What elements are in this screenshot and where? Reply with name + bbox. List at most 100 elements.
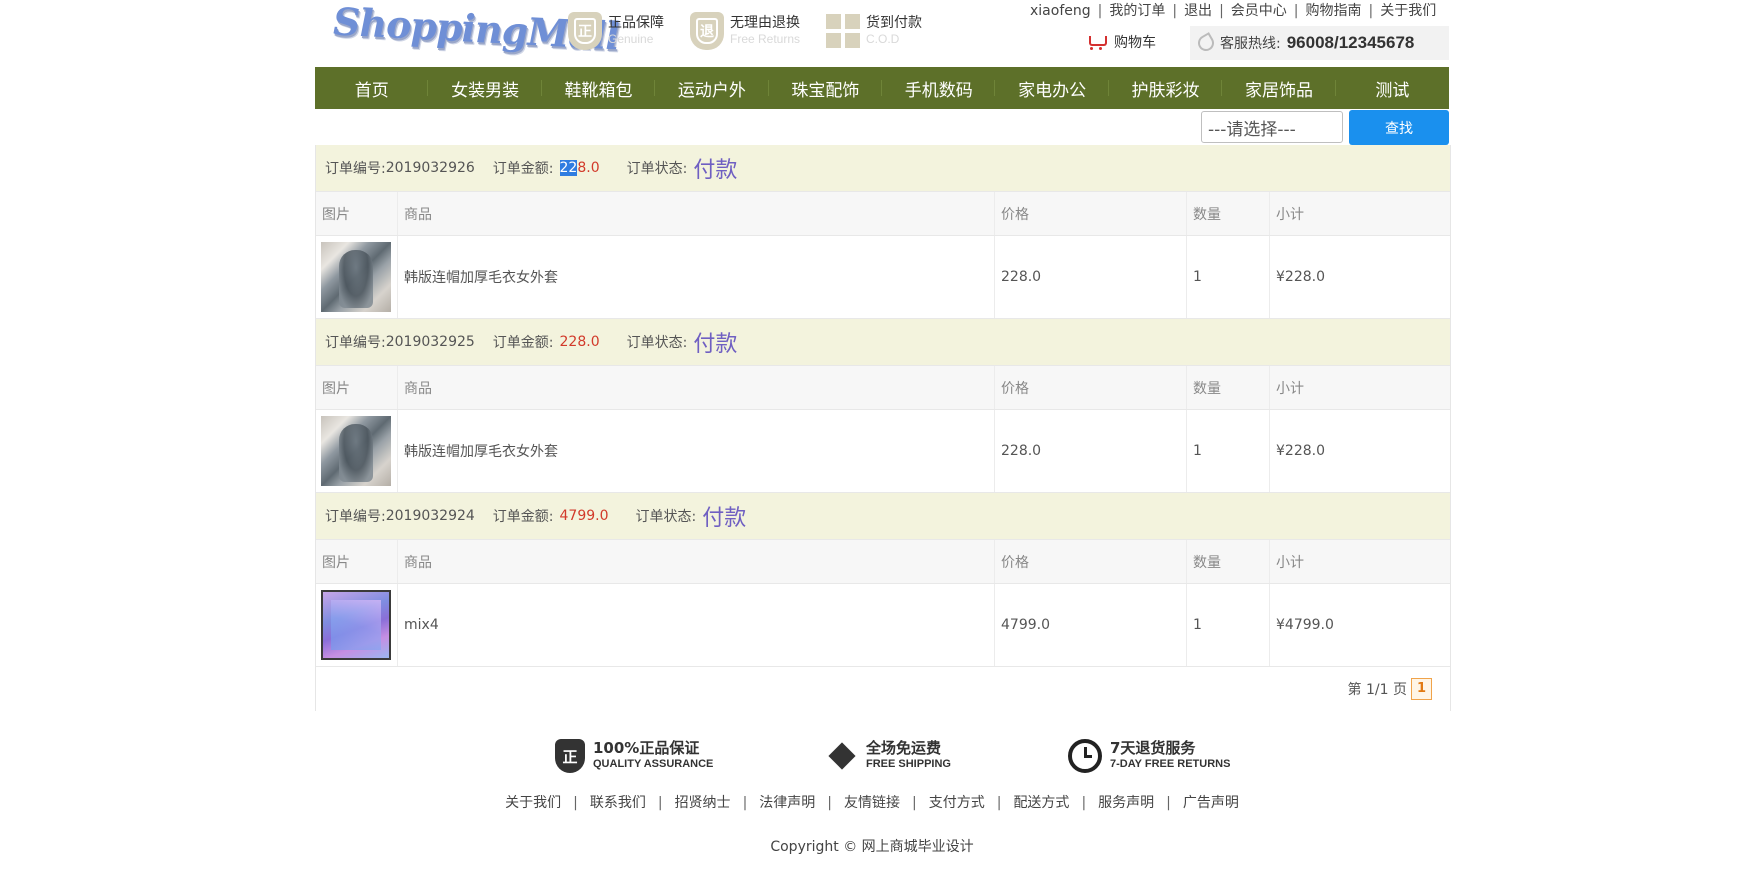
- hotline-label: 客服热线:: [1220, 36, 1281, 52]
- order-amount: 228.0: [559, 160, 600, 176]
- assurance-subtitle: QUALITY ASSURANCE: [593, 758, 714, 770]
- top-link-username[interactable]: xiaofeng: [1030, 3, 1091, 19]
- product-price: 4799.0: [995, 584, 1187, 666]
- col-image: 图片: [316, 540, 398, 583]
- footer-link-legal[interactable]: 法律声明: [759, 795, 815, 811]
- footer-link-service[interactable]: 服务声明: [1098, 795, 1154, 811]
- top-link-shopping-guide[interactable]: 购物指南: [1306, 3, 1362, 19]
- shield-zheng-icon: 正: [555, 739, 585, 773]
- shield-zheng-icon: 正: [568, 12, 602, 50]
- hotline-number: 96008/12345678: [1286, 33, 1415, 52]
- product-qty: 1: [1187, 236, 1270, 318]
- assurance-title: 100%正品保证: [593, 739, 700, 757]
- gift-box-icon: [826, 14, 860, 48]
- col-image: 图片: [316, 192, 398, 235]
- status-select[interactable]: ---请选择---: [1201, 111, 1343, 143]
- order-number: 2019032925: [385, 334, 475, 350]
- assurance-glyph: 正: [562, 747, 578, 766]
- order-status-label: 订单状态:: [626, 161, 688, 177]
- table-row: 韩版连帽加厚毛衣女外套 228.0 1 ¥228.0: [316, 235, 1450, 319]
- col-price: 价格: [995, 366, 1187, 409]
- box-icon: [826, 740, 858, 772]
- nav-item-test[interactable]: 测试: [1336, 76, 1449, 101]
- table-header: 图片 商品 价格 数量 小计: [316, 191, 1450, 235]
- cart-label: 购物车: [1114, 35, 1156, 51]
- order-status-pay-link[interactable]: 付款: [693, 326, 737, 358]
- badge-returns: 退 无理由退换 Free Returns: [690, 10, 800, 52]
- product-name[interactable]: 韩版连帽加厚毛衣女外套: [398, 236, 995, 318]
- nav-item-digital[interactable]: 手机数码: [882, 76, 996, 101]
- table-row: 韩版连帽加厚毛衣女外套 228.0 1 ¥228.0: [316, 409, 1450, 493]
- badge-cod: 货到付款 C.O.D: [826, 10, 922, 52]
- order-status-pay-link[interactable]: 付款: [693, 152, 737, 184]
- shield-return-icon: 退: [690, 12, 724, 50]
- order-number-label: 订单编号:: [325, 161, 386, 177]
- badge-title: 无理由退换: [730, 15, 800, 31]
- badge-subtitle: Free Returns: [730, 32, 801, 46]
- assurance-subtitle: 7-DAY FREE RETURNS: [1110, 758, 1231, 770]
- assurance-title: 全场免运费: [866, 739, 942, 757]
- product-name[interactable]: mix4: [398, 584, 995, 666]
- product-thumbnail[interactable]: [321, 242, 391, 312]
- product-thumbnail[interactable]: [321, 590, 391, 660]
- order-amount-label: 订单金额:: [492, 161, 554, 177]
- col-image: 图片: [316, 366, 398, 409]
- product-subtotal: ¥4799.0: [1276, 617, 1334, 633]
- order-amount-label: 订单金额:: [492, 509, 554, 525]
- col-price: 价格: [995, 540, 1187, 583]
- footer-link-friends[interactable]: 友情链接: [844, 795, 900, 811]
- cart-link[interactable]: 购物车: [1086, 32, 1156, 52]
- assurance-title: 7天退货服务: [1110, 739, 1196, 757]
- order-number-label: 订单编号:: [325, 335, 386, 351]
- nav-item-home-decor[interactable]: 家居饰品: [1222, 76, 1337, 101]
- assurance-returns: 7天退货服务 7-DAY FREE RETURNS: [1068, 738, 1230, 774]
- nav-item-sports[interactable]: 运动户外: [655, 76, 770, 101]
- product-name[interactable]: 韩版连帽加厚毛衣女外套: [398, 410, 995, 492]
- top-link-about[interactable]: 关于我们: [1380, 3, 1436, 19]
- copyright: Copyright © 网上商城毕业设计: [770, 839, 974, 855]
- hotline: 客服热线: 96008/12345678: [1190, 26, 1449, 60]
- nav-item-beauty[interactable]: 护肤彩妆: [1109, 76, 1223, 101]
- nav-item-jewelry[interactable]: 珠宝配饰: [769, 76, 883, 101]
- product-thumbnail[interactable]: [321, 416, 391, 486]
- col-product: 商品: [398, 192, 995, 235]
- badge-glyph: 退: [700, 24, 714, 40]
- badge-title: 货到付款: [866, 15, 922, 31]
- clock-icon: [1068, 739, 1102, 773]
- footer-link-about[interactable]: 关于我们: [505, 795, 561, 811]
- col-product: 商品: [398, 366, 995, 409]
- footer-links: 关于我们 | 联系我们 | 招贤纳士 | 法律声明 | 友情链接 | 支付方式 | 配送方式 | 服务声明 |…: [505, 795, 1239, 811]
- footer-link-payment[interactable]: 支付方式: [929, 795, 985, 811]
- page-number-current[interactable]: 1: [1410, 678, 1432, 700]
- phone-icon: [1195, 32, 1217, 54]
- footer-link-delivery[interactable]: 配送方式: [1013, 795, 1069, 811]
- top-link-logout[interactable]: 退出: [1184, 3, 1212, 19]
- product-qty: 1: [1187, 410, 1270, 492]
- product-subtotal: ¥228.0: [1276, 443, 1325, 459]
- col-qty: 数量: [1187, 366, 1270, 409]
- col-qty: 数量: [1187, 192, 1270, 235]
- top-link-member-center[interactable]: 会员中心: [1231, 3, 1287, 19]
- selected-text: 22: [559, 160, 578, 176]
- nav-item-home[interactable]: 首页: [315, 76, 429, 101]
- order-status-pay-link[interactable]: 付款: [702, 500, 746, 532]
- product-price: 228.0: [995, 410, 1187, 492]
- badge-subtitle: Genuine: [608, 32, 654, 46]
- col-qty: 数量: [1187, 540, 1270, 583]
- col-price: 价格: [995, 192, 1187, 235]
- footer-link-contact[interactable]: 联系我们: [590, 795, 646, 811]
- assurance-subtitle: FREE SHIPPING: [866, 758, 951, 770]
- nav-item-apparel[interactable]: 女装男装: [428, 76, 543, 101]
- assurance-quality: 正 100%正品保证 QUALITY ASSURANCE: [555, 738, 713, 774]
- order-header: 订单编号: 2019032924 订单金额: 4799.0 订单状态: 付款: [316, 493, 1450, 539]
- nav-item-appliances[interactable]: 家电办公: [995, 76, 1110, 101]
- footer-link-jobs[interactable]: 招贤纳士: [675, 795, 731, 811]
- order-header: 订单编号: 2019032926 订单金额: 228.0 订单状态: 付款: [316, 145, 1450, 191]
- top-link-my-orders[interactable]: 我的订单: [1109, 3, 1165, 19]
- search-button[interactable]: 查找: [1349, 110, 1449, 145]
- assurance-shipping: 全场免运费 FREE SHIPPING: [826, 738, 951, 774]
- footer-link-ads[interactable]: 广告声明: [1183, 795, 1239, 811]
- nav-item-shoes-bags[interactable]: 鞋靴箱包: [542, 76, 656, 101]
- order-amount-label: 订单金额:: [492, 335, 554, 351]
- col-subtotal: 小计: [1276, 206, 1304, 223]
